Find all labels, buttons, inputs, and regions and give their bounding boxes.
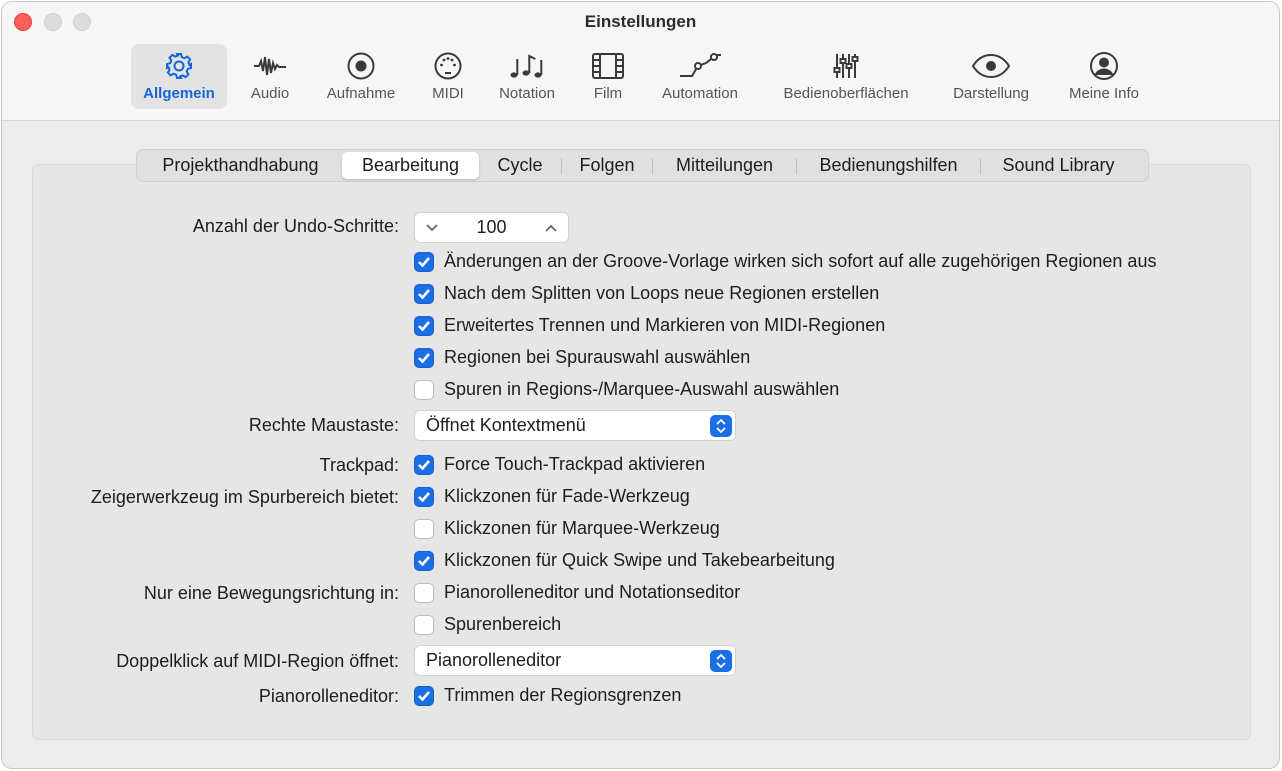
checkbox[interactable] xyxy=(414,486,434,507)
waveform-icon xyxy=(252,48,288,84)
toolbar-item-aufnahme[interactable]: Aufnahme xyxy=(316,44,406,109)
toolbar-label: Meine Info xyxy=(1068,85,1140,102)
quick-swipe-zones-option[interactable]: Klickzonen für Quick Swipe und Takebearb… xyxy=(414,550,835,571)
option-label: Spurenbereich xyxy=(444,614,562,634)
right-mouse-value: Öffnet Kontextmenü xyxy=(426,415,586,435)
marquee-tool-zones-option[interactable]: Klickzonen für Marquee-Werkzeug xyxy=(414,518,720,539)
record-icon xyxy=(346,48,376,84)
toolbar-item-darstellung[interactable]: Darstellung xyxy=(942,44,1040,109)
checkbox[interactable] xyxy=(414,614,434,635)
toolbar-label: Darstellung xyxy=(953,85,1029,102)
checkbox[interactable] xyxy=(414,251,434,272)
undo-steps-value[interactable]: 100 xyxy=(476,217,506,238)
tracks-area-option[interactable]: Spurenbereich xyxy=(414,614,561,635)
right-mouse-popup[interactable]: Öffnet Kontextmenü xyxy=(414,410,736,441)
option-label: Klickzonen für Quick Swipe und Takebearb… xyxy=(444,550,835,570)
tab-projekthandhabung[interactable]: Projekthandhabung xyxy=(139,152,342,179)
pointer-tool-label: Zeigerwerkzeug im Spurbereich bietet: xyxy=(90,487,399,507)
option-label: Änderungen an der Groove-Vorlage wirken … xyxy=(444,251,1157,271)
groove-template-option[interactable]: Änderungen an der Groove-Vorlage wirken … xyxy=(414,251,1156,272)
extended-split-midi-option[interactable]: Erweitertes Trennen und Markieren von MI… xyxy=(414,315,885,336)
one-direction-label: Nur eine Bewegungsrichtung in: xyxy=(143,583,399,603)
option-label: Trimmen der Regionsgrenzen xyxy=(444,685,682,705)
updown-chevron-icon xyxy=(710,650,732,672)
tab-bedienungshilfen[interactable]: Bedienungshilfen xyxy=(797,152,980,179)
toolbar-label: Automation xyxy=(662,85,738,102)
updown-chevron-icon xyxy=(710,415,732,437)
toolbar-label: Aufnahme xyxy=(326,85,396,102)
toolbar-item-allgemein[interactable]: Allgemein xyxy=(131,44,227,109)
gear-icon xyxy=(164,48,194,84)
option-label: Nach dem Splitten von Loops neue Regione… xyxy=(444,283,880,303)
double-click-value: Pianorolleneditor xyxy=(426,650,562,670)
checkbox[interactable] xyxy=(414,347,434,368)
fade-tool-zones-option[interactable]: Klickzonen für Fade-Werkzeug xyxy=(414,486,690,507)
toolbar-item-midi[interactable]: MIDI xyxy=(422,44,474,109)
trim-region-borders-option[interactable]: Trimmen der Regionsgrenzen xyxy=(414,685,681,706)
select-regions-on-track-option[interactable]: Regionen bei Spurauswahl auswählen xyxy=(414,347,750,368)
piano-roll-notation-option[interactable]: Pianorolleneditor und Notationseditor xyxy=(414,582,740,603)
toolbar-item-automation[interactable]: Automation xyxy=(650,44,750,109)
tab-mitteilungen[interactable]: Mitteilungen xyxy=(653,152,796,179)
toolbar-label: Audio xyxy=(250,85,290,102)
window-title: Einstellungen xyxy=(584,12,697,31)
checkbox[interactable] xyxy=(414,582,434,603)
toolbar-item-audio[interactable]: Audio xyxy=(241,44,299,109)
toolbar-label: Bedienoberflächen xyxy=(783,85,909,102)
toolbar-label: MIDI xyxy=(432,85,464,102)
checkbox[interactable] xyxy=(414,518,434,539)
automation-curve-icon xyxy=(678,48,722,84)
tab-folgen[interactable]: Folgen xyxy=(562,152,652,179)
tab-bar: Projekthandhabung Bearbeitung Cycle Folg… xyxy=(136,149,1149,182)
option-label: Klickzonen für Marquee-Werkzeug xyxy=(444,518,720,538)
tab-sound-library[interactable]: Sound Library xyxy=(981,152,1136,179)
option-label: Erweitertes Trennen und Markieren von MI… xyxy=(444,315,886,335)
toolbar-item-meine-info[interactable]: Meine Info xyxy=(1058,44,1150,109)
option-label: Regionen bei Spurauswahl auswählen xyxy=(444,347,751,367)
double-click-label: Doppelklick auf MIDI-Region öffnet: xyxy=(116,651,399,671)
toolbar-item-bedienoberflaechen[interactable]: Bedienoberflächen xyxy=(767,44,925,109)
toolbar-item-notation[interactable]: Notation xyxy=(489,44,565,109)
undo-steps-label: Anzahl der Undo-Schritte: xyxy=(192,216,399,236)
tab-bearbeitung[interactable]: Bearbeitung xyxy=(342,152,479,179)
checkbox[interactable] xyxy=(414,685,434,706)
piano-roll-label: Pianorolleneditor: xyxy=(258,686,399,706)
checkbox[interactable] xyxy=(414,454,434,475)
trackpad-label: Trackpad: xyxy=(319,455,399,475)
force-touch-option[interactable]: Force Touch-Trackpad aktivieren xyxy=(414,454,705,475)
checkbox[interactable] xyxy=(414,379,434,400)
option-label: Klickzonen für Fade-Werkzeug xyxy=(444,486,690,506)
chevron-up-icon[interactable] xyxy=(544,217,558,238)
toolbar-label: Film xyxy=(593,85,623,102)
chevron-down-icon[interactable] xyxy=(425,217,439,238)
eye-icon xyxy=(971,48,1011,84)
checkbox[interactable] xyxy=(414,315,434,336)
titlebar: Einstellungen Allgemein Audio Aufnahme M… xyxy=(2,2,1279,121)
midi-port-icon xyxy=(433,48,463,84)
option-label: Force Touch-Trackpad aktivieren xyxy=(444,454,706,474)
checkbox[interactable] xyxy=(414,550,434,571)
toolbar-item-film[interactable]: Film xyxy=(582,44,634,109)
tab-cycle[interactable]: Cycle xyxy=(479,152,561,179)
undo-steps-stepper[interactable]: 100 xyxy=(414,212,569,243)
film-strip-icon xyxy=(591,48,625,84)
double-click-popup[interactable]: Pianorolleneditor xyxy=(414,645,736,676)
option-label: Pianorolleneditor und Notationseditor xyxy=(444,582,741,602)
checkbox[interactable] xyxy=(414,283,434,304)
music-notes-icon xyxy=(507,48,547,84)
option-label: Spuren in Regions-/Marquee-Auswahl auswä… xyxy=(444,379,840,399)
preferences-window: Einstellungen Allgemein Audio Aufnahme M… xyxy=(1,1,1280,769)
sliders-icon xyxy=(831,48,861,84)
toolbar-label: Notation xyxy=(499,85,555,102)
right-mouse-label: Rechte Maustaste: xyxy=(248,415,399,435)
select-tracks-in-marquee-option[interactable]: Spuren in Regions-/Marquee-Auswahl auswä… xyxy=(414,379,839,400)
toolbar-label: Allgemein xyxy=(143,85,215,102)
split-loops-option[interactable]: Nach dem Splitten von Loops neue Regione… xyxy=(414,283,879,304)
person-circle-icon xyxy=(1089,48,1119,84)
